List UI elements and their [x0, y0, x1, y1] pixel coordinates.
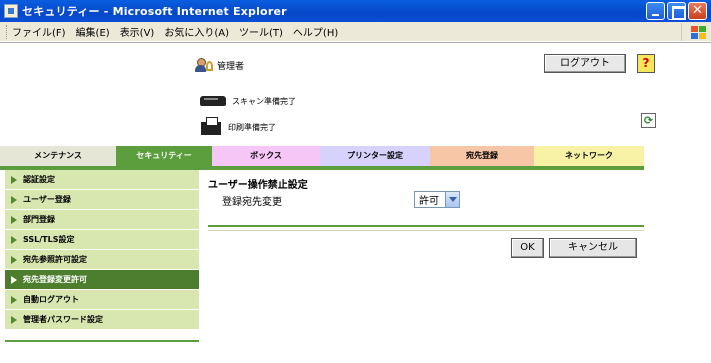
content-divider-shadow: [208, 230, 644, 231]
chevron-down-icon[interactable]: [445, 192, 459, 207]
sidebar-item-address-reference-permission[interactable]: 宛先参照許可設定: [5, 250, 199, 270]
sidebar-item-auth-settings[interactable]: 認証設定: [5, 170, 199, 190]
sidebar-item-department-registration[interactable]: 部門登録: [5, 210, 199, 230]
arrow-right-icon: [11, 235, 17, 244]
refresh-icon[interactable]: ⟳: [641, 113, 656, 128]
tab-network[interactable]: ネットワーク: [534, 146, 644, 166]
sidebar-item-label: 宛先登録変更許可: [23, 275, 87, 284]
window-titlebar: セキュリティー - Microsoft Internet Explorer ✕: [0, 0, 711, 22]
section-title: ユーザー操作禁止設定: [208, 180, 308, 191]
close-button[interactable]: ✕: [688, 2, 707, 20]
cancel-button[interactable]: キャンセル: [549, 238, 637, 258]
field-label: 登録宛先変更: [222, 197, 282, 208]
tab-security[interactable]: セキュリティー: [116, 146, 212, 166]
menu-tools[interactable]: ツール(T): [239, 24, 283, 39]
sidebar-item-label: 管理者パスワード設定: [23, 315, 103, 324]
sidebar-item-ssl-tls[interactable]: SSL/TLS設定: [5, 230, 199, 250]
menu-view[interactable]: 表示(V): [120, 24, 155, 39]
menu-file[interactable]: ファイル(F): [12, 24, 66, 39]
maximize-button[interactable]: [667, 2, 686, 20]
print-status-text: 印刷準備完了: [228, 122, 276, 132]
tab-address-registration[interactable]: 宛先登録: [430, 146, 534, 166]
arrow-right-icon: [11, 275, 17, 284]
logout-button[interactable]: ログアウト: [544, 54, 626, 73]
tab-maintenance[interactable]: メンテナンス: [0, 146, 116, 166]
arrow-right-icon: [11, 295, 17, 304]
window-title: セキュリティー - Microsoft Internet Explorer: [22, 5, 287, 18]
sidebar: 認証設定 ユーザー登録 部門登録 SSL/TLS設定 宛先参照許可設定 宛先登録…: [5, 170, 199, 330]
arrow-right-icon: [11, 315, 17, 324]
menu-bar: ファイル(F) 編集(E) 表示(V) お気に入り(A) ツール(T) ヘルプ(…: [0, 22, 711, 42]
ok-button[interactable]: OK: [511, 238, 544, 258]
user-label: 管理者: [217, 61, 245, 72]
sidebar-item-user-registration[interactable]: ユーザー登録: [5, 190, 199, 210]
sidebar-item-auto-logout[interactable]: 自動ログアウト: [5, 290, 199, 310]
arrow-right-icon: [11, 195, 17, 204]
print-status: 印刷準備完了: [200, 117, 276, 137]
user-info: 管理者: [195, 57, 244, 73]
sidebar-item-label: 認証設定: [23, 175, 55, 184]
sidebar-item-label: SSL/TLS設定: [23, 235, 75, 244]
sidebar-item-label: 部門登録: [23, 215, 55, 224]
arrow-right-icon: [11, 255, 17, 264]
tab-box[interactable]: ボックス: [212, 146, 320, 166]
menu-help[interactable]: ヘルプ(H): [293, 24, 338, 39]
arrow-right-icon: [11, 215, 17, 224]
scanner-icon: [200, 93, 226, 109]
help-button[interactable]: ?: [637, 54, 655, 73]
sidebar-item-admin-password[interactable]: 管理者パスワード設定: [5, 310, 199, 330]
printer-icon: [200, 117, 222, 137]
main-tabs: メンテナンス セキュリティー ボックス プリンター設定 宛先登録 ネットワーク: [0, 146, 644, 166]
toolbar-grip: [6, 24, 8, 39]
tab-printer-settings[interactable]: プリンター設定: [320, 146, 430, 166]
scan-status: スキャン準備完了: [200, 93, 296, 109]
scan-status-text: スキャン準備完了: [232, 96, 296, 106]
windows-logo-icon: [681, 23, 709, 41]
sidebar-item-address-change-permission[interactable]: 宛先登録変更許可: [5, 270, 199, 290]
sidebar-item-label: 宛先参照許可設定: [23, 255, 87, 264]
menu-favorites[interactable]: お気に入り(A): [164, 24, 229, 39]
minimize-button[interactable]: [646, 2, 665, 20]
sidebar-bottom-divider: [5, 340, 199, 342]
arrow-right-icon: [11, 175, 17, 184]
menu-edit[interactable]: 編集(E): [76, 24, 110, 39]
sidebar-item-label: 自動ログアウト: [23, 295, 79, 304]
select-value: 許可: [419, 196, 439, 207]
ie-page-icon: [4, 4, 18, 18]
page-header: 管理者 ログアウト ? スキャン準備完了 印刷準備完了 ⟳: [0, 42, 711, 146]
window-controls: ✕: [646, 2, 707, 20]
content-divider: [208, 225, 644, 227]
sidebar-item-label: ユーザー登録: [23, 195, 71, 204]
permission-select[interactable]: 許可: [414, 191, 460, 208]
admin-user-icon: [195, 57, 213, 73]
